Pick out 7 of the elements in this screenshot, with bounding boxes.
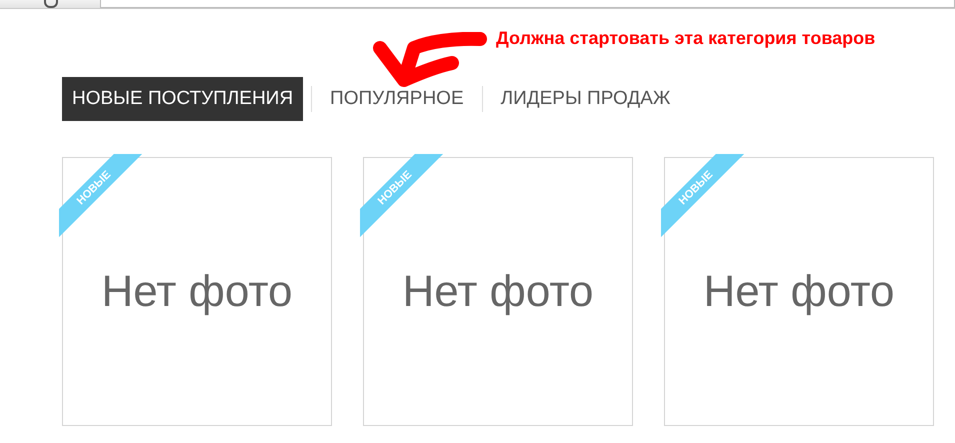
category-tab[interactable]: ЛИДЕРЫ ПРОДАЖ — [490, 77, 680, 121]
no-photo-text: Нет фото — [704, 266, 894, 316]
no-photo-text: Нет фото — [102, 266, 292, 316]
category-tab[interactable]: НОВЫЕ ПОСТУПЛЕНИЯ — [62, 77, 304, 121]
no-photo-text: Нет фото — [402, 266, 594, 316]
annotation-text: Должна стартовать эта категория товаров — [496, 28, 876, 49]
category-tab[interactable]: ПОПУЛЯРНОЕ — [320, 77, 474, 121]
